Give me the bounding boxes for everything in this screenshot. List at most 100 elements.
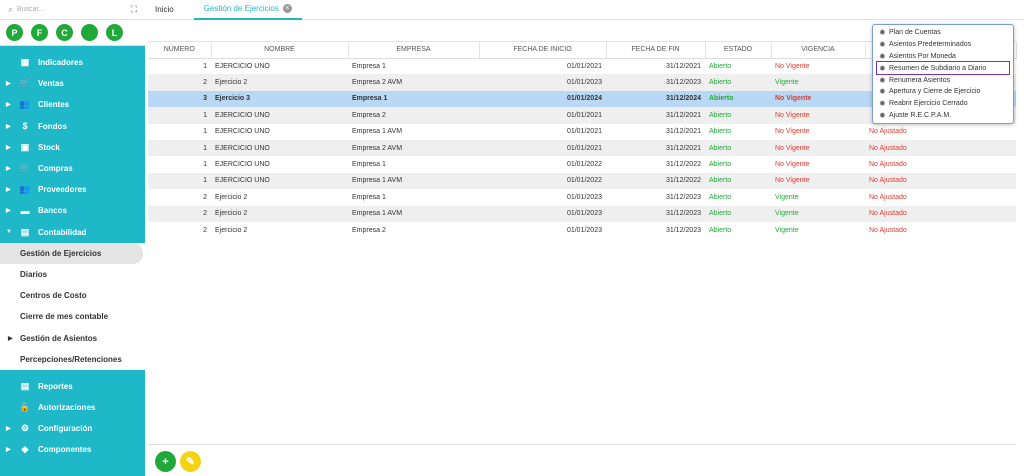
sidebar: ⌕ Buscar... ⛶ PFCL ▦ Indicadores ▶ 🛒 Ventas ▶… — [0, 0, 145, 476]
tab-inicio[interactable]: Inicio — [145, 0, 184, 20]
sidebar-item-fondos[interactable]: ▶ $ Fondos — [0, 116, 145, 137]
context-menu-item-aperturaycierredeejercicio[interactable]: ✹ Apertura y Cierre de Ejercicio — [877, 86, 1009, 98]
sidebar-item-label: Componentes — [38, 445, 92, 455]
report-icon: ▤ — [20, 380, 30, 391]
fullscreen-icon[interactable]: ⛶ — [131, 4, 137, 15]
menu-bottom: ▤ Reportes 🔒 Autorizaciones ▶ ⚙ Configuración ▶… — [0, 376, 145, 461]
submenu-item-label: Cierre de mes contable — [20, 312, 109, 322]
cell-nombre: EJERCICIO UNO — [215, 161, 270, 169]
cell-vigencia: Vigente — [771, 205, 865, 222]
sidebar-item-clientes[interactable]: ▶ 👥 Clientes — [0, 94, 145, 115]
submenu-item-label: Centros de Costo — [20, 291, 87, 301]
caret-right-icon: ▶ — [6, 187, 11, 194]
cell-vigencia: No Vigente — [771, 107, 865, 124]
context-menu-item-label: Asientos Predeterminados — [889, 41, 972, 49]
context-menu-item-ajusterecpam[interactable]: ✹ Ajuste R.E.C.P.A.M. — [877, 110, 1009, 122]
avatar-row: PFC L — [0, 20, 145, 46]
context-menu-item-resumendesubdiarioadiario[interactable]: ✹ Resumen de Subdiario a Diario — [876, 61, 1010, 76]
search-input[interactable]: Buscar... — [17, 6, 131, 13]
context-menu-item-renumeraasientos[interactable]: ✹ Renumera Asientos — [877, 74, 1009, 86]
sidebar-item-reportes[interactable]: ▤ Reportes — [0, 376, 145, 397]
column-header[interactable]: FECHA DE INICIO — [479, 42, 607, 59]
column-header[interactable]: VIGENCIA — [771, 42, 866, 59]
context-menu-item-label: Renumera Asientos — [889, 76, 951, 84]
column-header[interactable]: NÚMERO — [148, 42, 212, 59]
sidebar-item-autorizaciones[interactable]: 🔒 Autorizaciones — [0, 397, 145, 418]
avatar[interactable]: F — [31, 24, 48, 41]
table-row[interactable]: 2 Ejercicio 2 Empresa 1 AVM 01/01/2023 31/12… — [148, 205, 1016, 222]
column-header[interactable]: EMPRESA — [348, 42, 480, 59]
submenu-item-percepcionesretenciones[interactable]: Percepciones/Retenciones — [0, 349, 145, 370]
search-icon: ⌕ — [8, 4, 14, 14]
sidebar-item-componentes[interactable]: ▶ ◆ Componentes — [0, 439, 145, 460]
cell-num: 1 — [148, 107, 211, 124]
caret-right-icon: ▶ — [6, 166, 11, 173]
cell-num: 1 — [203, 128, 207, 136]
submenu-item-diarios[interactable]: Diarios — [0, 264, 145, 285]
cell-estado: Abierto — [709, 193, 732, 201]
submenu-item-cierredemescontable[interactable]: Cierre de mes contable — [0, 306, 145, 327]
sidebar-item-label: Stock — [38, 142, 60, 152]
sidebar-item-ventas[interactable]: ▶ 🛒 Ventas — [0, 73, 145, 94]
context-menu-item-reabrirejerciciocerrado[interactable]: ✹ Reabrir Ejercicio Cerrado — [877, 98, 1009, 110]
table-row[interactable]: 1 EJERCICIO UNO Empresa 1 AVM 01/01/2022 31/… — [148, 172, 1016, 190]
gear-icon: ✹ — [879, 40, 886, 50]
avatar[interactable]: L — [106, 24, 123, 41]
table-row[interactable]: 2 Ejercicio 2 Empresa 1 01/01/2023 31/12/202… — [148, 189, 1016, 205]
cell-fin: 31/12/2023 — [606, 205, 705, 222]
sidebar-item-contabilidad[interactable]: ▼ ▤ Contabilidad — [0, 222, 145, 243]
gear-icon: ⚙ — [20, 423, 30, 434]
submenu-item-gestiondeejercicios[interactable]: Gestión de Ejercicios — [0, 242, 143, 264]
sidebar-item-configuracion[interactable]: ▶ ⚙ Configuración — [0, 418, 145, 439]
cell-empresa: Empresa 2 AVM — [348, 139, 479, 157]
sidebar-item-stock[interactable]: ▶ ▣ Stock — [0, 137, 145, 158]
table-row[interactable]: 1 EJERCICIO UNO Empresa 1 AVM 01/01/2021 31/… — [148, 124, 1016, 140]
cell-inicio: 01/01/2023 — [479, 205, 606, 222]
cell-fin: 31/12/2021 — [606, 107, 705, 124]
cell-inicio: 01/01/2021 — [566, 128, 602, 136]
column-header[interactable]: ESTADO — [705, 42, 772, 59]
cell-empresa: Empresa 1 AVM — [348, 205, 479, 222]
sidebar-item-compras[interactable]: ▶ 🛒 Compras — [0, 158, 145, 179]
cell-empresa: Empresa 2 — [352, 226, 386, 234]
submenu-item-gestiondeasientos[interactable]: ▶ Gestión de Asientos — [0, 327, 145, 348]
column-header[interactable]: FECHA DE FIN — [606, 42, 706, 59]
sidebar-item-proveedores[interactable]: ▶ 👥 Proveedores — [0, 179, 145, 200]
sidebar-item-bancos[interactable]: ▶ ▬ Bancos — [0, 200, 145, 221]
column-header[interactable]: NOMBRE — [211, 42, 349, 59]
cell-num: 1 — [203, 62, 207, 70]
cell-empresa: Empresa 1 — [352, 193, 386, 201]
dashboard-icon: ▦ — [20, 57, 30, 68]
cell-nombre: EJERCICIO UNO — [211, 172, 348, 190]
edit-button[interactable]: ✎ — [180, 451, 201, 472]
submenu-item-centrosdecosto[interactable]: Centros de Costo — [0, 285, 145, 306]
cell-num: 3 — [148, 90, 211, 108]
context-menu-item-plandecuentas[interactable]: ✹ Plan de Cuentas — [877, 27, 1009, 39]
sidebar-item-indicadores[interactable]: ▦ Indicadores — [0, 52, 145, 73]
table-row[interactable]: 1 EJERCICIO UNO Empresa 2 AVM 01/01/2021 31/… — [148, 139, 1016, 157]
caret-right-icon: ▶ — [6, 447, 11, 454]
submenu-item-label: Gestión de Ejercicios — [20, 248, 102, 258]
cell-empresa: Empresa 2 — [348, 107, 479, 124]
cell-ajuste: No Ajustado — [865, 172, 1016, 190]
cell-num: 2 — [203, 193, 207, 201]
cell-nombre: Ejercicio 2 — [215, 193, 248, 201]
caret-right-icon: ▶ — [8, 335, 13, 342]
caret-right-icon: ▶ — [6, 208, 11, 215]
context-menu: ✹ Plan de Cuentas ✹ Asientos Predeterminado… — [872, 24, 1014, 124]
context-menu-item-asientospormoneda[interactable]: ✹ Asientos Por Moneda — [877, 51, 1009, 63]
table-row[interactable]: 1 EJERCICIO UNO Empresa 1 01/01/2022 31/12/2… — [148, 156, 1016, 172]
table-row[interactable]: 2 Ejercicio 2 Empresa 2 01/01/2023 31/12/202… — [148, 222, 1016, 238]
close-tab-icon[interactable]: × — [282, 4, 292, 13]
avatar[interactable]: C — [56, 24, 73, 41]
cell-nombre: EJERCICIO UNO — [215, 128, 270, 136]
context-menu-item-asientospredeterminados[interactable]: ✹ Asientos Predeterminados — [877, 39, 1009, 51]
submenu-item-label: Gestión de Asientos — [20, 333, 98, 343]
add-button[interactable]: + — [155, 451, 176, 472]
tab-gestion-ejercicios[interactable]: Gestión de Ejercicios × — [193, 0, 302, 20]
cell-estado: Abierto — [709, 128, 732, 136]
sidebar-item-label: Ventas — [38, 79, 64, 89]
avatar[interactable]: P — [6, 24, 23, 41]
cell-ajuste: No Ajustado — [869, 128, 907, 136]
avatar[interactable] — [81, 24, 98, 41]
